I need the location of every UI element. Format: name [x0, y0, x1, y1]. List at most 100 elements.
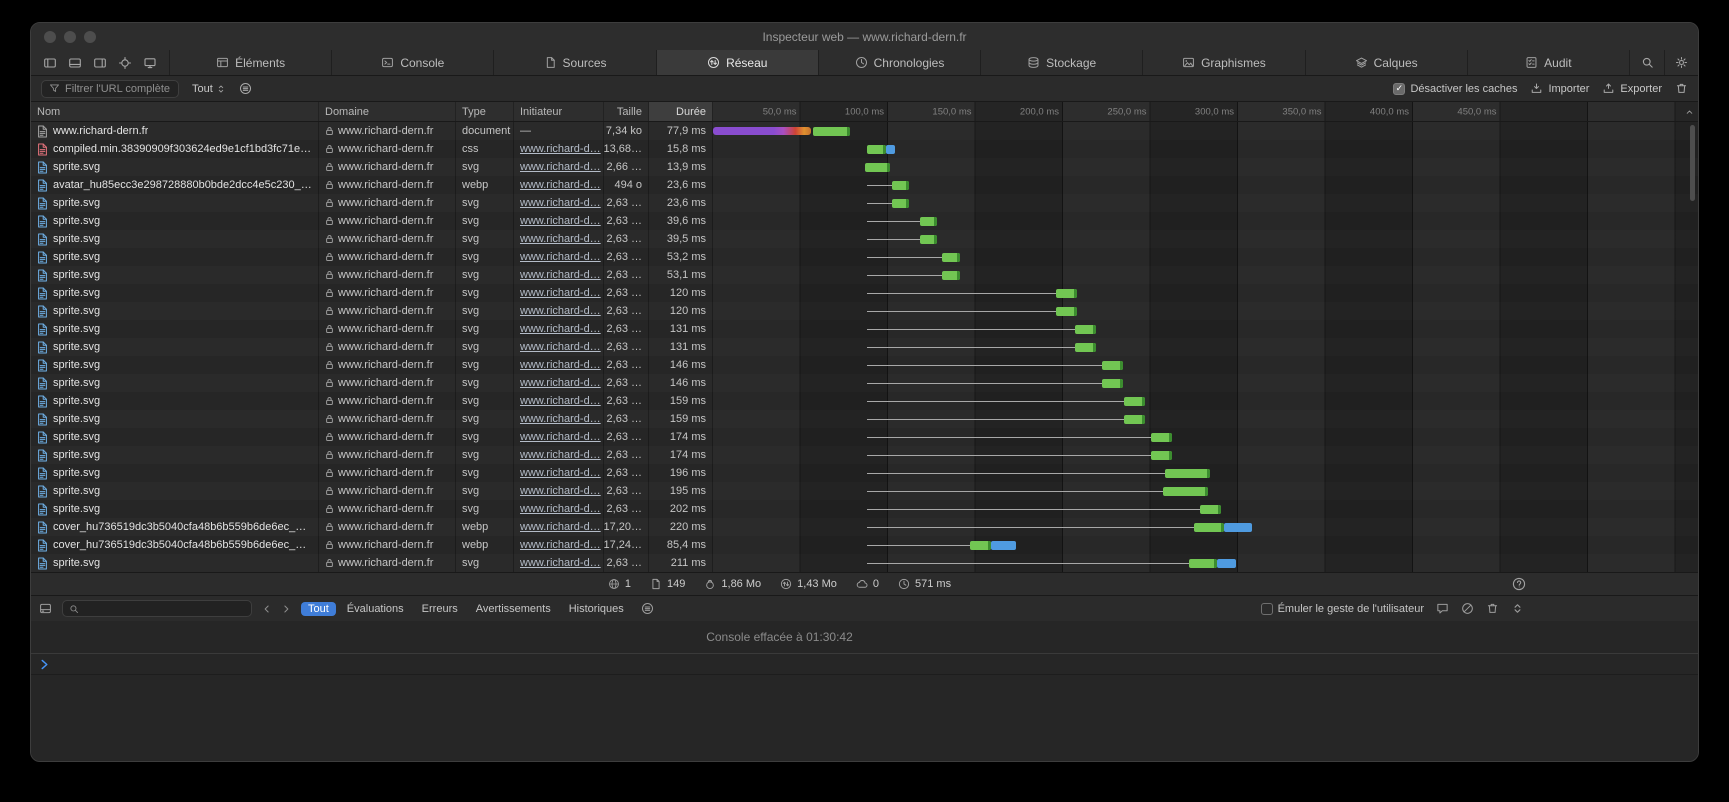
- tab-graphics[interactable]: Graphismes: [1142, 50, 1304, 75]
- resource-initiator[interactable]: www.richard-d…: [520, 269, 601, 281]
- console-filter-levels-icon[interactable]: [641, 602, 654, 615]
- network-row[interactable]: sprite.svg www.richard-dern.fr svg www.r…: [31, 500, 1698, 518]
- console-scope-tout[interactable]: Tout: [301, 602, 336, 616]
- network-row[interactable]: sprite.svg www.richard-dern.fr svg www.r…: [31, 554, 1698, 572]
- tab-layers[interactable]: Calques: [1305, 50, 1467, 75]
- console-drawer-icon[interactable]: [39, 602, 52, 615]
- tab-console[interactable]: Console: [331, 50, 493, 75]
- network-row[interactable]: sprite.svg www.richard-dern.fr svg www.r…: [31, 248, 1698, 266]
- dock-bottom-icon[interactable]: [68, 56, 82, 70]
- console-scope-historiques[interactable]: Historiques: [562, 602, 631, 616]
- resource-initiator[interactable]: www.richard-d…: [520, 521, 601, 533]
- resource-initiator[interactable]: www.richard-d…: [520, 179, 601, 191]
- network-row[interactable]: sprite.svg www.richard-dern.fr svg www.r…: [31, 194, 1698, 212]
- console-search-input[interactable]: [62, 600, 252, 617]
- dock-left-icon[interactable]: [43, 56, 57, 70]
- console-scope-evaluations[interactable]: Évaluations: [340, 602, 411, 616]
- network-row[interactable]: sprite.svg www.richard-dern.fr svg www.r…: [31, 212, 1698, 230]
- column-header-size[interactable]: Taille: [604, 102, 649, 121]
- network-row[interactable]: sprite.svg www.richard-dern.fr svg www.r…: [31, 356, 1698, 374]
- network-row[interactable]: www.richard-dern.fr www.richard-dern.fr …: [31, 122, 1698, 140]
- resource-initiator[interactable]: www.richard-d…: [520, 305, 601, 317]
- expand-console-icon[interactable]: [1511, 602, 1524, 615]
- close-button[interactable]: [44, 31, 56, 43]
- network-row[interactable]: sprite.svg www.richard-dern.fr svg www.r…: [31, 230, 1698, 248]
- resource-type-select[interactable]: Tout: [192, 83, 226, 95]
- network-row[interactable]: sprite.svg www.richard-dern.fr svg www.r…: [31, 428, 1698, 446]
- title-bar[interactable]: Inspecteur web — www.richard-dern.fr: [31, 23, 1698, 50]
- network-row[interactable]: cover_hu736519dc3b5040cfa48b6b559b6de6ec…: [31, 518, 1698, 536]
- network-row[interactable]: sprite.svg www.richard-dern.fr svg www.r…: [31, 266, 1698, 284]
- resource-initiator[interactable]: www.richard-d…: [520, 359, 601, 371]
- column-header-initiator[interactable]: Initiateur: [514, 102, 604, 121]
- column-header-name[interactable]: Nom: [31, 102, 319, 121]
- console-scope-erreurs[interactable]: Erreurs: [415, 602, 465, 616]
- nav-back-icon[interactable]: [262, 604, 272, 614]
- network-row[interactable]: sprite.svg www.richard-dern.fr svg www.r…: [31, 392, 1698, 410]
- network-row[interactable]: sprite.svg www.richard-dern.fr svg www.r…: [31, 338, 1698, 356]
- minimize-button[interactable]: [64, 31, 76, 43]
- resource-initiator[interactable]: www.richard-d…: [520, 503, 601, 515]
- zoom-button[interactable]: [84, 31, 96, 43]
- resource-initiator[interactable]: www.richard-d…: [520, 539, 601, 551]
- network-row[interactable]: sprite.svg www.richard-dern.fr svg www.r…: [31, 446, 1698, 464]
- tab-elements[interactable]: Éléments: [170, 50, 331, 75]
- network-row[interactable]: sprite.svg www.richard-dern.fr svg www.r…: [31, 320, 1698, 338]
- network-row[interactable]: sprite.svg www.richard-dern.fr svg www.r…: [31, 302, 1698, 320]
- tab-network[interactable]: Réseau: [656, 50, 818, 75]
- nav-forward-icon[interactable]: [281, 604, 291, 614]
- resource-initiator[interactable]: www.richard-d…: [520, 413, 601, 425]
- tab-audit[interactable]: Audit: [1467, 50, 1629, 75]
- tab-storage[interactable]: Stockage: [980, 50, 1142, 75]
- column-header-type[interactable]: Type: [456, 102, 514, 121]
- column-header-duration[interactable]: Durée: [649, 102, 713, 121]
- resource-initiator[interactable]: www.richard-d…: [520, 395, 601, 407]
- device-icon[interactable]: [143, 56, 157, 70]
- resource-initiator[interactable]: www.richard-d…: [520, 449, 601, 461]
- resource-initiator[interactable]: www.richard-d…: [520, 467, 601, 479]
- resource-initiator[interactable]: www.richard-d…: [520, 143, 601, 155]
- tab-timelines[interactable]: Chronologies: [818, 50, 980, 75]
- resource-initiator[interactable]: www.richard-d…: [520, 197, 601, 209]
- resource-initiator[interactable]: www.richard-d…: [520, 161, 601, 173]
- tab-sources[interactable]: Sources: [493, 50, 655, 75]
- import-button[interactable]: Importer: [1530, 82, 1589, 95]
- resource-initiator[interactable]: www.richard-d…: [520, 485, 601, 497]
- network-row[interactable]: sprite.svg www.richard-dern.fr svg www.r…: [31, 410, 1698, 428]
- help-button[interactable]: [1512, 577, 1526, 591]
- resource-initiator[interactable]: www.richard-d…: [520, 377, 601, 389]
- network-row[interactable]: sprite.svg www.richard-dern.fr svg www.r…: [31, 464, 1698, 482]
- dock-right-icon[interactable]: [93, 56, 107, 70]
- inspect-element-icon[interactable]: [118, 56, 132, 70]
- network-row[interactable]: avatar_hu85ecc3e298728880b0bde2dcc4e5c23…: [31, 176, 1698, 194]
- chat-bubble-icon[interactable]: [1436, 602, 1449, 615]
- disable-caches-checkbox[interactable]: Désactiver les caches: [1393, 83, 1517, 95]
- resource-initiator[interactable]: www.richard-d…: [520, 341, 601, 353]
- console-scope-avertissements[interactable]: Avertissements: [469, 602, 558, 616]
- settings-button[interactable]: [1664, 50, 1698, 75]
- network-row[interactable]: cover_hu736519dc3b5040cfa48b6b559b6de6ec…: [31, 536, 1698, 554]
- resource-initiator[interactable]: www.richard-d…: [520, 431, 601, 443]
- url-filter-input[interactable]: Filtrer l'URL complète: [41, 80, 179, 98]
- console-prompt[interactable]: [31, 654, 1698, 675]
- resource-initiator[interactable]: www.richard-d…: [520, 215, 601, 227]
- filter-levels-icon[interactable]: [239, 82, 252, 95]
- export-button[interactable]: Exporter: [1602, 82, 1662, 95]
- scroll-top-chevron-icon[interactable]: [1685, 107, 1694, 116]
- emulate-user-gesture-checkbox[interactable]: Émuler le geste de l'utilisateur: [1261, 603, 1424, 615]
- network-row[interactable]: sprite.svg www.richard-dern.fr svg www.r…: [31, 284, 1698, 302]
- network-row[interactable]: sprite.svg www.richard-dern.fr svg www.r…: [31, 374, 1698, 392]
- resource-initiator[interactable]: www.richard-d…: [520, 233, 601, 245]
- network-row[interactable]: compiled.min.38390909f303624ed9e1cf1bd3f…: [31, 140, 1698, 158]
- network-row[interactable]: sprite.svg www.richard-dern.fr svg www.r…: [31, 158, 1698, 176]
- column-header-domain[interactable]: Domaine: [319, 102, 456, 121]
- resource-initiator[interactable]: www.richard-d…: [520, 323, 601, 335]
- resource-initiator[interactable]: www.richard-d…: [520, 557, 601, 569]
- clear-network-trash-icon[interactable]: [1675, 82, 1688, 95]
- trash-icon[interactable]: [1486, 602, 1499, 615]
- resource-initiator[interactable]: www.richard-d…: [520, 287, 601, 299]
- resource-initiator[interactable]: www.richard-d…: [520, 251, 601, 263]
- clear-console-icon[interactable]: [1461, 602, 1474, 615]
- network-row[interactable]: sprite.svg www.richard-dern.fr svg www.r…: [31, 482, 1698, 500]
- search-button[interactable]: [1630, 50, 1664, 75]
